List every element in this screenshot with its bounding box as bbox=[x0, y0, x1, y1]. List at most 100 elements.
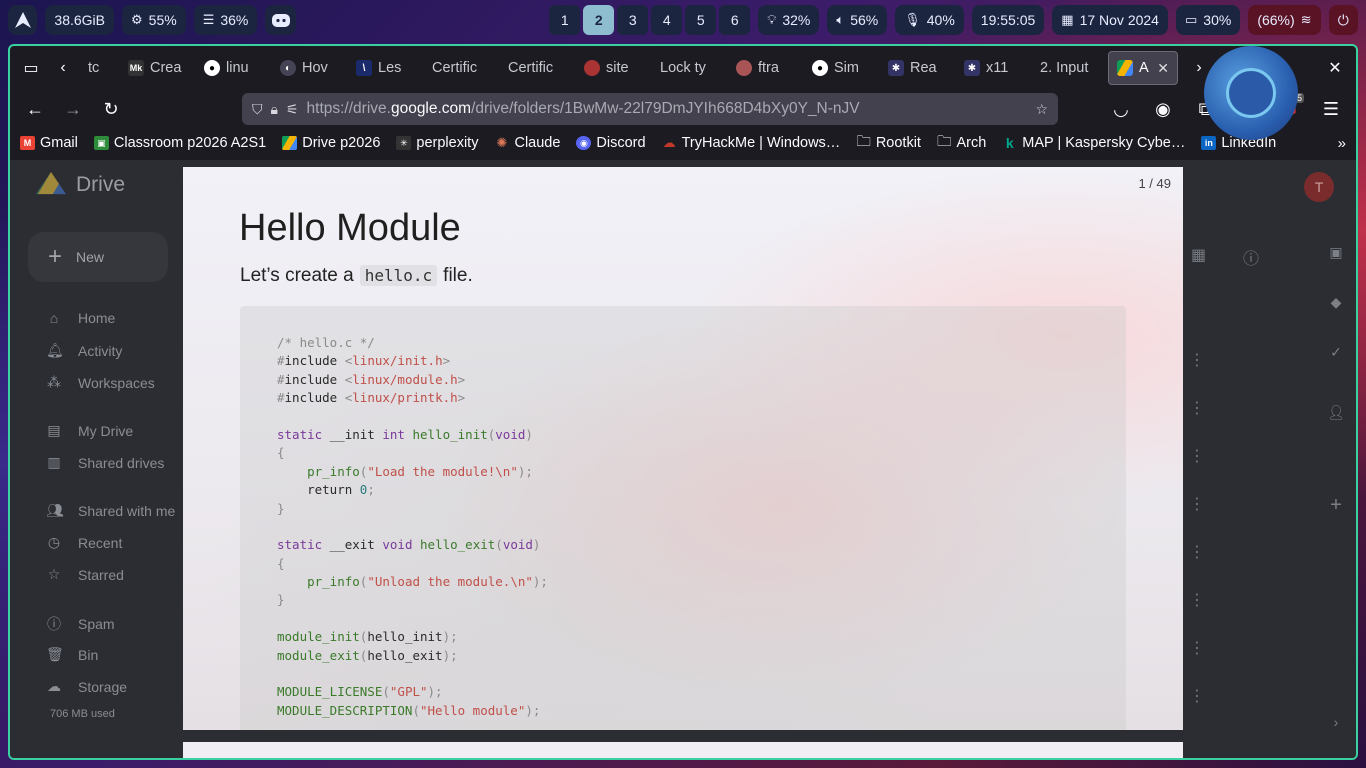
tab[interactable]: Certific bbox=[424, 51, 498, 85]
tab-overview-button[interactable]: ▭ bbox=[16, 53, 46, 83]
nav-shared-with-me[interactable]: 👥︎ Shared with me bbox=[46, 502, 175, 519]
ram-widget[interactable]: ☰ 36% bbox=[193, 5, 258, 35]
bookmark-perplexity[interactable]: ✳ perplexity bbox=[396, 135, 478, 151]
nav-workspaces[interactable]: ⁂ Workspaces bbox=[46, 374, 155, 391]
more-options-icon[interactable]: ⋮ bbox=[1189, 494, 1205, 514]
drive-page: Drive + New ⌂ Home 🔔︎ Activity ⁂ Workspaces … bbox=[10, 160, 1356, 758]
nav-my-drive[interactable]: ▤ My Drive bbox=[46, 422, 133, 439]
more-options-icon[interactable]: ⋮ bbox=[1189, 638, 1205, 658]
bookmark-star-icon[interactable]: ☆ bbox=[1035, 101, 1048, 118]
bookmark-gmail[interactable]: M Gmail bbox=[20, 135, 78, 151]
more-options-icon[interactable]: ⋮ bbox=[1189, 542, 1205, 562]
close-tab-icon[interactable]: ✕ bbox=[1157, 60, 1169, 77]
workspace-3[interactable]: 3 bbox=[617, 5, 649, 35]
tab[interactable]: ● Sim bbox=[804, 51, 878, 85]
bookmark-classroom[interactable]: ▣ Classroom p2026 A2S1 bbox=[93, 135, 266, 151]
workspace-1[interactable]: 1 bbox=[549, 5, 581, 35]
nav-spam[interactable]: ⓘ Spam bbox=[46, 614, 115, 634]
tab[interactable]: ✱ x11 bbox=[956, 51, 1030, 85]
volume-widget[interactable]: 🔈︎ 56% bbox=[827, 5, 888, 35]
tab-active[interactable]: A ✕ bbox=[1108, 51, 1178, 85]
tab[interactable]: site bbox=[576, 51, 650, 85]
workspace-5[interactable]: 5 bbox=[685, 5, 717, 35]
clock-widget[interactable]: 19:55:05 bbox=[971, 5, 1045, 35]
discord-tray-button[interactable] bbox=[265, 5, 297, 35]
reload-button[interactable]: ↻ bbox=[94, 93, 128, 125]
shield-icon[interactable]: ⛉ bbox=[252, 101, 263, 118]
more-options-icon[interactable]: ⋮ bbox=[1189, 350, 1205, 370]
bookmark-label: TryHackMe | Windows… bbox=[681, 135, 841, 151]
hamburger-icon: ☰ bbox=[1322, 98, 1340, 119]
pocket-button[interactable]: ◡ bbox=[1104, 93, 1138, 125]
nav-activity[interactable]: 🔔︎ Activity bbox=[46, 342, 122, 359]
back-button[interactable]: ← bbox=[18, 93, 52, 125]
tab[interactable]: Mk Crea bbox=[120, 51, 194, 85]
tab[interactable]: Lock ty bbox=[652, 51, 726, 85]
tab[interactable]: ✱ Rea bbox=[880, 51, 954, 85]
menu-button[interactable]: ☰ bbox=[1314, 93, 1348, 125]
code-token: include bbox=[284, 371, 338, 387]
new-button[interactable]: + New bbox=[28, 232, 168, 282]
code-token: include bbox=[284, 390, 338, 406]
power-button[interactable]: ⏻ bbox=[1328, 5, 1358, 35]
drive-logo[interactable]: Drive bbox=[36, 172, 125, 198]
contacts-side-icon[interactable]: 👤︎ bbox=[1326, 404, 1346, 421]
nav-bin[interactable]: 🗑︎ Bin bbox=[46, 646, 98, 663]
date-widget[interactable]: ▦ 17 Nov 2024 bbox=[1052, 5, 1168, 35]
lock-icon[interactable]: 🔒︎ bbox=[271, 101, 278, 118]
add-addon-icon[interactable]: + bbox=[1326, 494, 1346, 517]
account-button[interactable]: ◉ bbox=[1146, 93, 1180, 125]
nav-storage[interactable]: ☁ Storage bbox=[46, 678, 127, 695]
address-bar[interactable]: ⛉ 🔒︎ ⚟ https://drive.google.com/drive/fo… bbox=[242, 93, 1058, 125]
workspace-6[interactable]: 6 bbox=[719, 5, 751, 35]
workspace-2[interactable]: 2 bbox=[583, 5, 615, 35]
bookmark-folder-rootkit[interactable]: 🗀 Rootkit bbox=[856, 131, 921, 156]
scroll-tabs-left-button[interactable]: ‹ bbox=[48, 53, 78, 83]
close-window-button[interactable]: ✕ bbox=[1320, 53, 1350, 83]
bookmark-discord[interactable]: ◉ Discord bbox=[576, 135, 646, 151]
mic-widget[interactable]: 🎙︎ 40% bbox=[895, 5, 964, 35]
tab[interactable]: 2. Input bbox=[1032, 51, 1106, 85]
bookmark-drive[interactable]: Drive p2026 bbox=[282, 135, 380, 151]
more-bookmarks-button[interactable]: » bbox=[1338, 135, 1346, 152]
expand-panel-icon[interactable]: › bbox=[1326, 714, 1346, 730]
arch-logo-button[interactable] bbox=[8, 5, 38, 35]
nav-recent[interactable]: ◷ Recent bbox=[46, 534, 122, 551]
wifi-widget[interactable]: (66%) ≋ bbox=[1248, 5, 1321, 35]
tab[interactable]: ◐ Hov bbox=[272, 51, 346, 85]
bookmark-tryhackme[interactable]: ☁ TryHackMe | Windows… bbox=[662, 135, 841, 151]
workspace-4[interactable]: 4 bbox=[651, 5, 683, 35]
permissions-icon[interactable]: ⚟ bbox=[286, 101, 299, 118]
url-text[interactable]: https://drive.google.com/drive/folders/1… bbox=[307, 100, 1028, 118]
forward-button[interactable]: → bbox=[56, 93, 90, 125]
tasks-side-icon[interactable]: ✓ bbox=[1326, 344, 1346, 361]
bookmark-folder-arch[interactable]: 🗀 Arch bbox=[937, 131, 986, 156]
nav-starred[interactable]: ☆ Starred bbox=[46, 566, 124, 583]
grid-view-icon[interactable]: ▦ bbox=[1191, 245, 1206, 265]
tab[interactable]: tc bbox=[80, 51, 118, 85]
nav-shared-drives[interactable]: ▥ Shared drives bbox=[46, 454, 164, 471]
keep-side-icon[interactable]: ◆ bbox=[1326, 294, 1346, 311]
more-options-icon[interactable]: ⋮ bbox=[1189, 590, 1205, 610]
avatar[interactable]: T bbox=[1304, 172, 1334, 202]
tab[interactable]: Certific bbox=[500, 51, 574, 85]
tab[interactable]: \ Les bbox=[348, 51, 422, 85]
tab[interactable]: ● linu bbox=[196, 51, 270, 85]
code-token: ( bbox=[495, 537, 503, 553]
more-options-icon[interactable]: ⋮ bbox=[1189, 686, 1205, 706]
cpu-widget[interactable]: ⚙ 55% bbox=[122, 5, 186, 35]
calendar-side-icon[interactable]: ▣ bbox=[1326, 244, 1346, 261]
more-options-icon[interactable]: ⋮ bbox=[1189, 398, 1205, 418]
folder-icon: 🗀 bbox=[856, 133, 871, 150]
bookmark-claude[interactable]: ✺ Claude bbox=[494, 135, 561, 151]
wifi-icon: ≋ bbox=[1300, 12, 1312, 27]
bookmark-kaspersky[interactable]: k MAP | Kaspersky Cybe… bbox=[1002, 135, 1185, 151]
memory-widget[interactable]: 38.6GiB bbox=[45, 5, 114, 35]
clock-icon: ◷ bbox=[47, 534, 61, 550]
info-icon[interactable]: ⓘ bbox=[1243, 245, 1259, 269]
tab[interactable]: ftra bbox=[728, 51, 802, 85]
nav-home[interactable]: ⌂ Home bbox=[46, 310, 116, 326]
more-options-icon[interactable]: ⋮ bbox=[1189, 446, 1205, 466]
brightness-widget[interactable]: 💡︎ 32% bbox=[758, 5, 820, 35]
battery-widget[interactable]: ▭ 30% bbox=[1175, 5, 1241, 35]
